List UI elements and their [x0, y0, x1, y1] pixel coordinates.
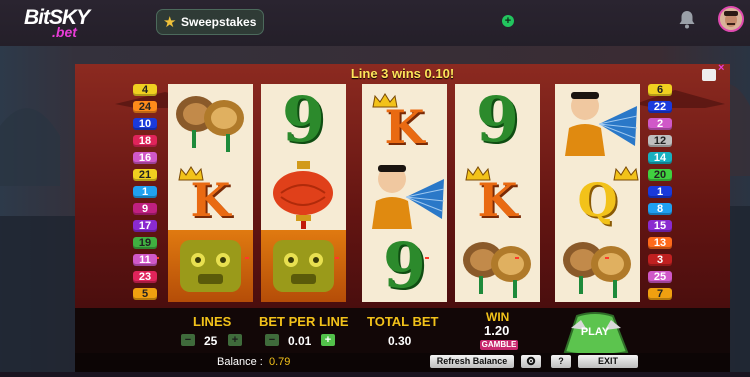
- cymbals-icon: [176, 96, 244, 152]
- cymbals-icon: [463, 242, 531, 298]
- reel-1: K: [168, 84, 253, 302]
- sweepstakes-label: Sweepstakes: [181, 15, 257, 29]
- left-line-badge: 5: [133, 288, 157, 300]
- lines-value: 25: [204, 334, 218, 348]
- symbol-nine: 9: [455, 84, 540, 156]
- right-line-badge: 14: [648, 152, 672, 164]
- symbol-9-digit: 9: [382, 229, 427, 302]
- gear-icon: [526, 356, 536, 366]
- symbol-cymbals: [555, 230, 640, 302]
- play-label: PLAY: [580, 326, 610, 338]
- right-line-badge: 20: [648, 169, 672, 181]
- bet-per-line-label: BET PER LINE: [259, 314, 349, 329]
- left-line-badge: 1: [133, 186, 157, 198]
- right-line-badge: 15: [648, 220, 672, 232]
- right-line-badge: 1: [648, 186, 672, 198]
- total-bet-value: 0.30: [388, 334, 412, 348]
- right-line-badge: 3: [648, 254, 672, 266]
- left-line-badge: 4: [133, 84, 157, 96]
- right-line-badge: 25: [648, 271, 672, 283]
- star-icon: ★: [163, 14, 177, 31]
- right-line-badge: 8: [648, 203, 672, 215]
- win-label: WIN: [486, 310, 510, 324]
- fullscreen-icon[interactable]: [702, 69, 716, 81]
- bet-plus-button[interactable]: +: [321, 334, 335, 346]
- fan-boy-icon: [565, 92, 638, 156]
- balance-label: Balance :: [217, 356, 263, 368]
- lines-minus-button[interactable]: −: [181, 334, 195, 346]
- symbol-cymbals: [455, 230, 540, 302]
- bell-icon[interactable]: [678, 9, 696, 29]
- game-footer: Balance : 0.79 Refresh Balance ? EXIT: [75, 353, 730, 372]
- reel-3: K 9: [362, 84, 447, 302]
- lines-plus-button[interactable]: +: [228, 334, 242, 346]
- left-line-badge: 9: [133, 203, 157, 215]
- bet-minus-button[interactable]: −: [265, 334, 279, 346]
- left-line-badge: 11: [133, 254, 157, 266]
- reel-5: Q: [555, 84, 640, 302]
- right-line-badge: 22: [648, 101, 672, 113]
- symbol-nine: 9: [261, 84, 346, 156]
- win-value: 1.20: [484, 323, 510, 338]
- symbol-fan-boy: [555, 84, 640, 156]
- symbol-lantern: [261, 157, 346, 229]
- right-line-badge: 13: [648, 237, 672, 249]
- left-line-badge: 17: [133, 220, 157, 232]
- fan-boy-icon: [372, 165, 445, 229]
- symbol-fan-boy: [362, 157, 447, 229]
- symbol-queen: Q: [555, 157, 640, 229]
- symbol-cymbals: [168, 84, 253, 156]
- exit-button[interactable]: EXIT: [578, 355, 638, 368]
- close-icon[interactable]: ×: [718, 62, 724, 74]
- refresh-balance-button[interactable]: Refresh Balance: [430, 355, 514, 368]
- left-line-badge: 18: [133, 135, 157, 147]
- symbol-lion: [168, 230, 253, 302]
- total-bet-label: TOTAL BET: [367, 314, 439, 329]
- symbol-lion: [261, 230, 346, 302]
- lines-label: LINES: [193, 314, 232, 329]
- right-line-badge: 6: [648, 84, 672, 96]
- site-logo[interactable]: BitSKY .bet: [24, 6, 110, 42]
- add-funds-icon[interactable]: +: [502, 15, 514, 27]
- avatar-face-icon: [720, 8, 742, 30]
- win-line-3: [155, 257, 655, 259]
- reel-4: 9 K: [455, 84, 540, 302]
- sweepstakes-button[interactable]: ★ Sweepstakes: [156, 9, 264, 35]
- left-line-badge: 24: [133, 101, 157, 113]
- left-line-badge: 19: [133, 237, 157, 249]
- lion-icon: [180, 240, 241, 292]
- logo-sub: .bet: [52, 24, 77, 40]
- site-header: BitSKY .bet ★ Sweepstakes +: [0, 0, 750, 46]
- lantern-icon: [273, 161, 333, 229]
- balance-value: 0.79: [269, 356, 291, 368]
- right-line-badge: 7: [648, 288, 672, 300]
- settings-button[interactable]: [521, 355, 541, 368]
- symbol-9-digit: 9: [475, 83, 520, 156]
- lion-icon: [273, 240, 334, 292]
- left-line-badge: 21: [133, 169, 157, 181]
- left-line-badge: 10: [133, 118, 157, 130]
- right-line-badge: 2: [648, 118, 672, 130]
- left-line-badge: 16: [133, 152, 157, 164]
- bet-per-line-value: 0.01: [288, 334, 312, 348]
- symbol-nine: 9: [362, 230, 447, 302]
- reel-2: 9: [261, 84, 346, 302]
- win-banner: Line 3 wins 0.10!: [350, 66, 455, 81]
- avatar[interactable]: [718, 6, 744, 32]
- symbol-king: K: [168, 157, 253, 229]
- left-line-badge: 23: [133, 271, 157, 283]
- cymbals-icon: [563, 242, 631, 298]
- right-line-badge: 12: [648, 135, 672, 147]
- symbol-9-digit: 9: [281, 83, 326, 156]
- gamble-button[interactable]: GAMBLE: [480, 340, 518, 350]
- symbol-king: K: [455, 157, 540, 229]
- symbol-king: K: [362, 84, 447, 156]
- help-button[interactable]: ?: [551, 355, 571, 368]
- slot-game: Line 3 wins 0.10! × K 9 K 9 9 K Q LINES …: [75, 62, 730, 372]
